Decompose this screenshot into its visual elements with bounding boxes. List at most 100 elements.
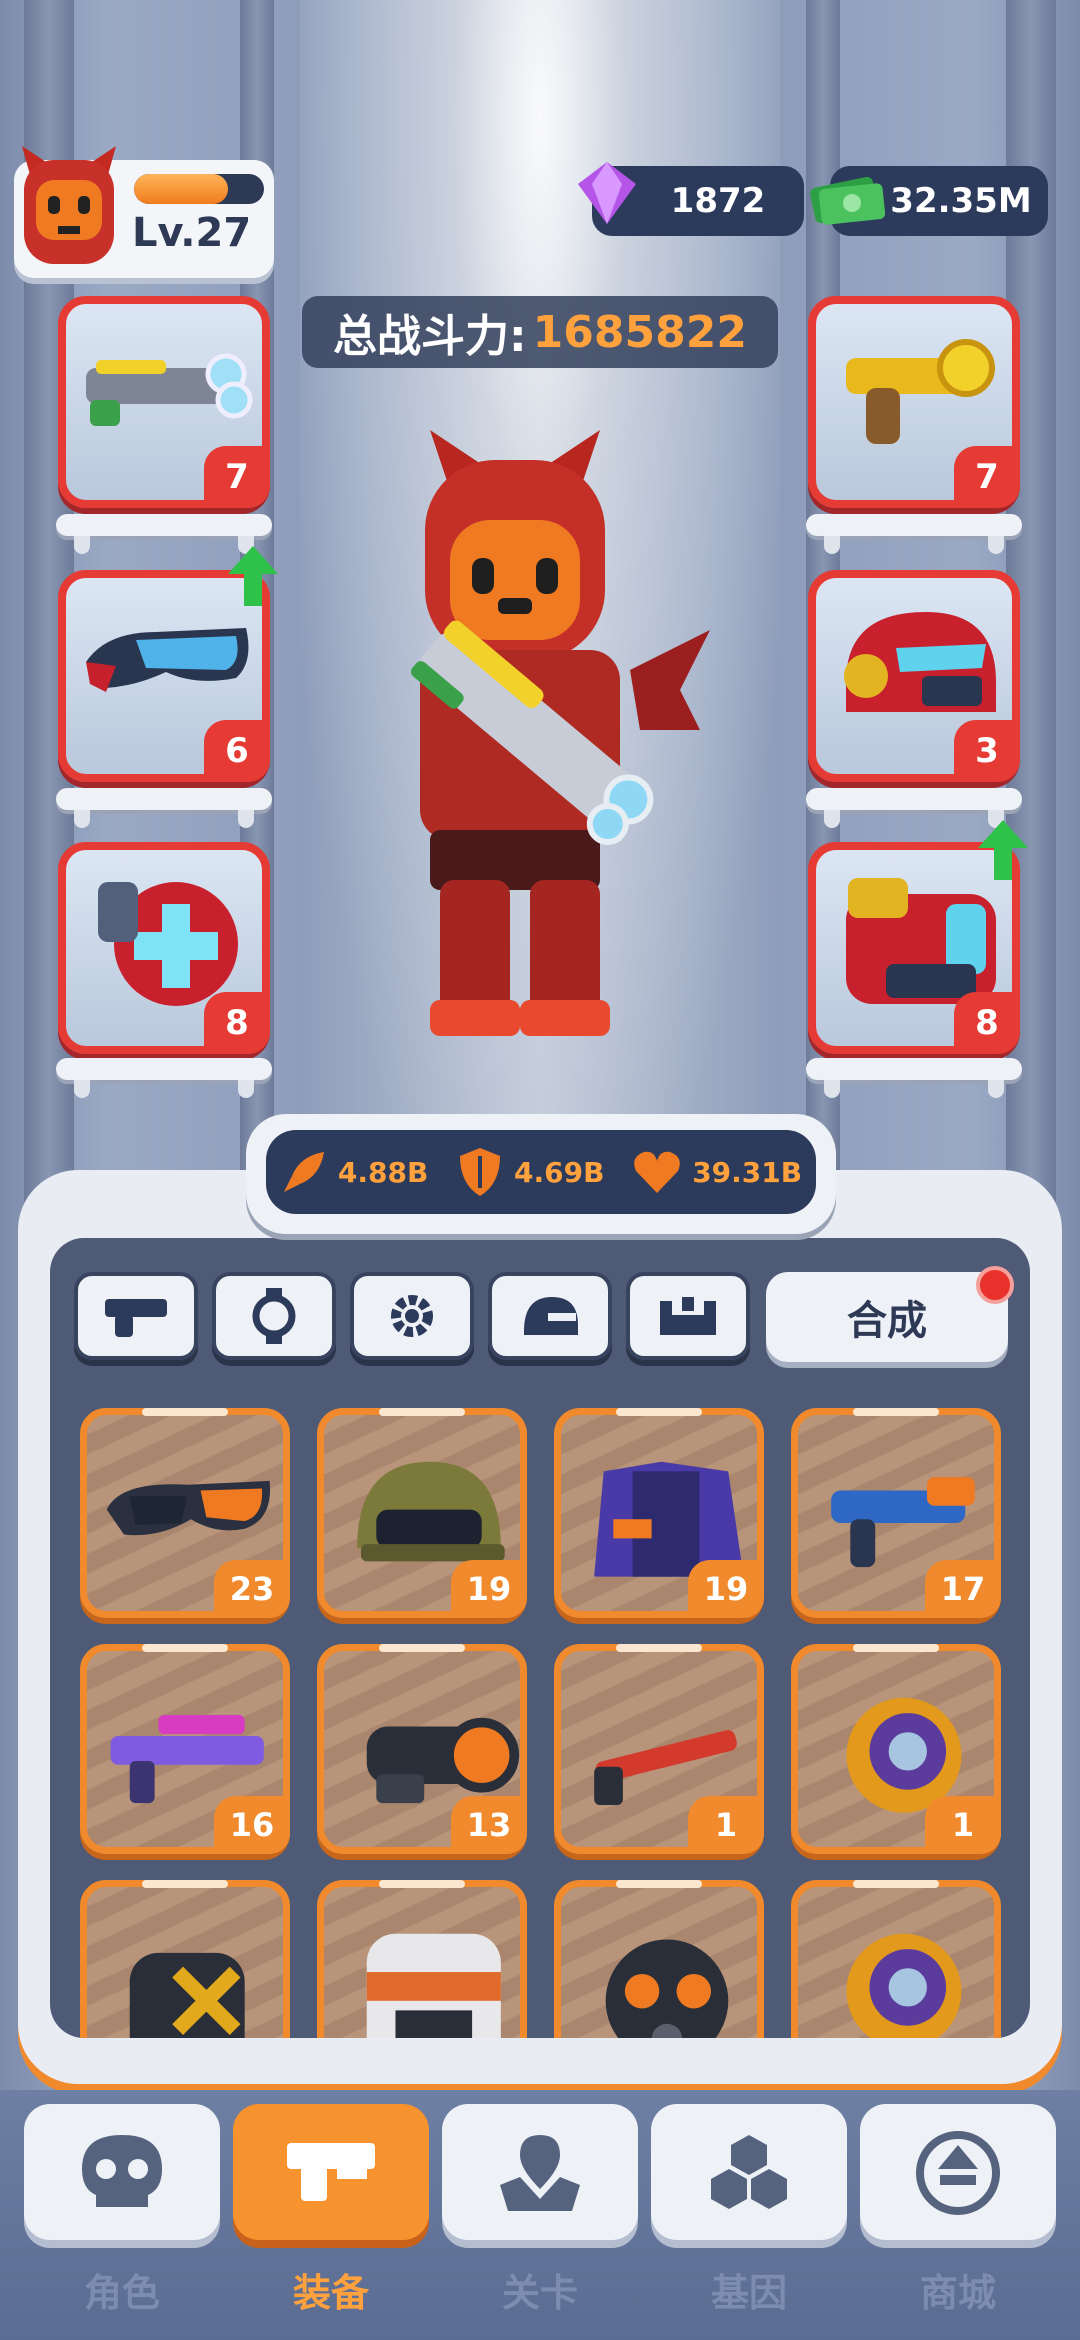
inventory-item-gauntlet[interactable]: [791, 1880, 1001, 2038]
equip-slot-weapon[interactable]: 7: [58, 296, 270, 508]
item-count: 19: [688, 1560, 764, 1618]
equip-level: 3: [954, 720, 1020, 782]
synth-label: 合成: [847, 1298, 927, 1344]
ammo-pack-icon: [129, 1952, 245, 2038]
inventory-item-blaster[interactable]: 17: [791, 1408, 1001, 1618]
item-count: 19: [451, 1560, 527, 1618]
pistol-icon: [846, 339, 995, 444]
inventory-item-shotgun[interactable]: 1: [554, 1644, 764, 1854]
gem-count: 1872: [670, 181, 766, 221]
item-count: 17: [925, 1560, 1001, 1618]
defense-value: 4.69B: [514, 1155, 605, 1189]
cash-icon: [810, 176, 886, 225]
item-count: 1: [925, 1796, 1001, 1854]
nav-hex[interactable]: [651, 2104, 847, 2240]
nav-map[interactable]: [442, 2104, 638, 2240]
equip-level: 6: [204, 720, 270, 782]
inventory-item-rifle[interactable]: 16: [80, 1644, 290, 1854]
player-character[interactable]: [380, 430, 720, 1040]
stat-attack: 4.88B: [280, 1148, 428, 1196]
nav-label: 基因: [710, 2271, 787, 2315]
goggles-icon: [86, 628, 249, 692]
cash-amount: 32.35M: [890, 181, 1032, 221]
power-label: 总战斗力:: [333, 311, 527, 362]
nav-gun[interactable]: [233, 2104, 429, 2240]
inventory-item-ammo-pack[interactable]: [80, 1880, 290, 2038]
gun-icon: [287, 2143, 375, 2201]
item-count: 1: [688, 1796, 764, 1854]
tab-weapon[interactable]: [74, 1272, 198, 1360]
watch-icon: [252, 1288, 296, 1344]
tab-helmet[interactable]: [488, 1272, 612, 1360]
gem-counter[interactable]: 1872: [578, 162, 804, 236]
upgrade-arrow-icon: [978, 820, 1028, 880]
power-value: 1685822: [532, 306, 747, 358]
skull-icon: [82, 2135, 162, 2207]
inventory-item-goggles[interactable]: 23: [80, 1408, 290, 1618]
tab-gear[interactable]: [350, 1272, 474, 1360]
tab-watch[interactable]: [212, 1272, 336, 1360]
notification-dot: [976, 1266, 1014, 1304]
health-value: 39.31B: [692, 1155, 803, 1189]
shelf: [806, 1058, 1022, 1098]
shelf: [806, 788, 1022, 828]
item-count: 13: [451, 1796, 527, 1854]
shield-icon: [460, 1148, 501, 1196]
stat-defense: 4.69B: [456, 1146, 604, 1198]
nav-shop[interactable]: [860, 2104, 1056, 2240]
gauntlet-icon: [846, 1933, 962, 2038]
item-count: 23: [214, 1560, 290, 1618]
nav-label: 装备: [292, 2271, 369, 2315]
helmet-icon: [844, 612, 996, 712]
xp-fill: [134, 174, 228, 204]
upgrade-arrow-icon: [228, 546, 278, 606]
inventory-item-gauntlet[interactable]: 1: [791, 1644, 1001, 1854]
xp-bar: [134, 174, 264, 204]
equip-level: 8: [204, 992, 270, 1054]
shelf: [56, 788, 272, 828]
player-avatar: [14, 142, 124, 272]
map-icon: [500, 2135, 580, 2211]
shelf: [56, 514, 272, 554]
rocket-icon: [283, 1152, 324, 1192]
equip-level: 8: [954, 992, 1020, 1054]
cash-counter[interactable]: 32.35M: [810, 166, 1048, 236]
nav-label: 关卡: [501, 2271, 578, 2315]
tab-armor[interactable]: [626, 1272, 750, 1360]
inventory-item-jacket[interactable]: 19: [554, 1408, 764, 1618]
equip-level: 7: [204, 446, 270, 508]
player-level: Lv.27: [132, 210, 252, 256]
inventory-item-gas-mask[interactable]: [554, 1880, 764, 2038]
stat-health: 39.31B: [632, 1149, 802, 1195]
inventory-item-vest[interactable]: [317, 1880, 527, 2038]
shelf: [56, 1058, 272, 1098]
equip-slot-helmet[interactable]: 3: [808, 570, 1020, 782]
armor-icon: [660, 1297, 716, 1335]
nav-label: 角色: [83, 2271, 160, 2315]
inventory-item-helmet[interactable]: 19: [317, 1408, 527, 1618]
player-profile[interactable]: Lv.27: [14, 146, 274, 278]
helmet-icon: [524, 1297, 578, 1335]
nav-skull[interactable]: [24, 2104, 220, 2240]
attack-value: 4.88B: [337, 1155, 429, 1189]
synth-button[interactable]: 合成: [766, 1266, 1014, 1362]
inventory-inner: 合成 23 19 19 17 16 13 1 1: [50, 1238, 1030, 2038]
shop-icon: [916, 2131, 1000, 2215]
item-count: 16: [214, 1796, 290, 1854]
equip-level: 7: [954, 446, 1020, 508]
gear-icon: [391, 1295, 433, 1337]
equip-slot-backpack[interactable]: 8: [58, 842, 270, 1054]
hex-icon: [711, 2135, 787, 2209]
stats-bar: 4.88B 4.69B 39.31B: [246, 1114, 836, 1234]
equip-slot-pistol[interactable]: 7: [808, 296, 1020, 508]
shelf: [806, 514, 1022, 554]
total-power: 总战斗力: 1685822: [302, 296, 778, 368]
heart-icon: [634, 1151, 681, 1193]
gas-mask-icon: [605, 1939, 729, 2038]
gem-icon: [578, 162, 636, 224]
gun-icon: [105, 1299, 167, 1337]
inventory-item-scope[interactable]: 13: [317, 1644, 527, 1854]
blaster-icon: [86, 353, 253, 426]
vest-icon: [366, 1933, 501, 2038]
nav-label: 商城: [919, 2271, 996, 2315]
